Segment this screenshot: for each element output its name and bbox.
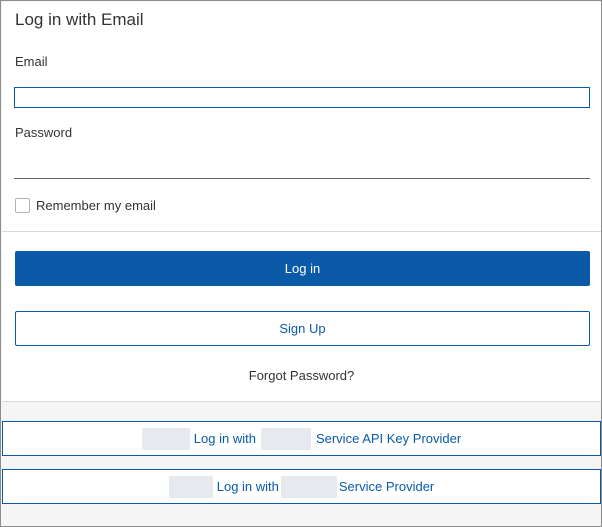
password-label: Password xyxy=(15,125,73,140)
sso-button-suffix: Service API Key Provider xyxy=(315,431,462,446)
provider-name-redacted xyxy=(280,475,337,498)
login-card: Log in with Email Email Password Remembe… xyxy=(2,2,601,402)
sso-button-suffix: Service Provider xyxy=(338,479,435,494)
sso-api-key-provider-button[interactable]: Log in with Service API Key Provider xyxy=(2,421,601,456)
email-field[interactable] xyxy=(14,87,590,108)
provider-logo-icon xyxy=(141,427,190,450)
divider xyxy=(2,231,601,232)
sign-up-button[interactable]: Sign Up xyxy=(15,311,590,346)
page-title: Log in with Email xyxy=(15,10,144,29)
email-label: Email xyxy=(15,54,48,69)
forgot-password-link[interactable]: Forgot Password? xyxy=(2,368,601,383)
sso-button-prefix: Log in with xyxy=(216,479,279,494)
sso-button-prefix: Log in with xyxy=(193,431,256,446)
login-window: Log in with Email Email Password Remembe… xyxy=(0,0,602,527)
remember-email-checkbox[interactable] xyxy=(15,198,30,213)
sso-service-provider-button[interactable]: Log in with Service Provider xyxy=(2,469,601,504)
remember-email-label: Remember my email xyxy=(36,198,156,213)
password-field[interactable] xyxy=(14,152,590,179)
provider-name-redacted xyxy=(260,427,311,450)
login-button[interactable]: Log in xyxy=(15,251,590,286)
remember-email-option[interactable]: Remember my email xyxy=(15,198,156,213)
provider-logo-icon xyxy=(168,475,213,498)
